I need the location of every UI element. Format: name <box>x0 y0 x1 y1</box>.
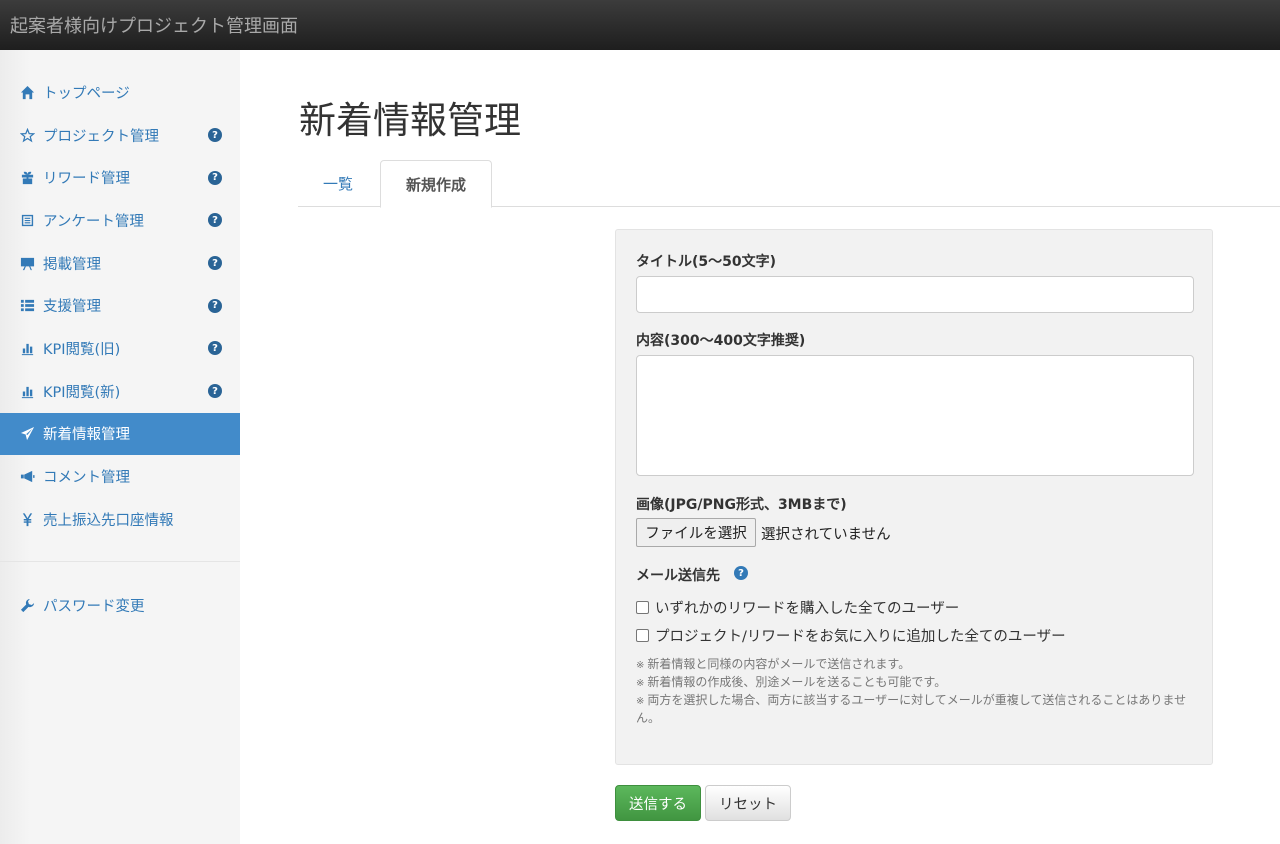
sidebar-item-label: 売上振込先口座情報 <box>43 512 174 529</box>
sidebar-item-project[interactable]: プロジェクト管理 ? <box>0 114 240 157</box>
question-icon[interactable]: ? <box>208 298 222 313</box>
title-input[interactable] <box>636 276 1194 313</box>
wrench-icon <box>19 597 35 613</box>
sidebar-item-survey[interactable]: アンケート管理 ? <box>0 199 240 242</box>
sidebar-divider <box>0 561 240 562</box>
tab-bar: 一覧 新規作成 <box>298 160 1280 208</box>
bullhorn-icon <box>19 469 35 485</box>
checkbox[interactable] <box>636 629 649 642</box>
sidebar-item-comment[interactable]: コメント管理 <box>0 455 240 498</box>
page-title: 新着情報管理 <box>299 99 521 142</box>
title-label: タイトル(5〜50文字) <box>636 254 777 270</box>
mail-option-purchasers[interactable]: いずれかのリワードを購入した全てのユーザー <box>636 597 959 618</box>
sidebar-nav: トップページ プロジェクト管理 ? リワード管理 ? アンケート管理 ? 掲載管… <box>0 71 240 541</box>
blackboard-icon <box>19 255 35 271</box>
question-icon[interactable]: ? <box>208 341 222 356</box>
yen-icon <box>19 511 35 527</box>
stats-icon <box>19 340 35 356</box>
sidebar: トップページ プロジェクト管理 ? リワード管理 ? アンケート管理 ? 掲載管… <box>0 50 240 844</box>
note-line: ※ 新着情報の作成後、別途メールを送ることも可能です。 <box>636 675 947 689</box>
submit-button[interactable]: 送信する <box>615 785 701 821</box>
sidebar-nav-secondary: パスワード変更 <box>0 584 240 627</box>
app-title[interactable]: 起案者様向けプロジェクト管理画面 <box>10 12 298 38</box>
sidebar-item-reward[interactable]: リワード管理 ? <box>0 156 240 199</box>
top-navbar: 起案者様向けプロジェクト管理画面 <box>0 0 1280 50</box>
sidebar-item-label: 支援管理 <box>43 299 101 316</box>
question-icon[interactable]: ? <box>208 256 222 271</box>
sidebar-item-label: KPI閲覧(新) <box>43 384 121 401</box>
sidebar-item-label: コメント管理 <box>43 470 130 487</box>
note-line: ※ 両方を選択した場合、両方に該当するユーザーに対してメールが重複して送信されるこ… <box>636 693 1187 725</box>
mail-label: メール送信先 <box>636 568 720 584</box>
question-icon[interactable]: ? <box>208 384 222 399</box>
mail-notes: ※ 新着情報と同様の内容がメールで送信されます。 ※ 新着情報の作成後、別途メールを… <box>636 656 1196 727</box>
sidebar-item-publish[interactable]: 掲載管理 ? <box>0 242 240 285</box>
sidebar-item-news[interactable]: 新着情報管理 <box>0 412 240 456</box>
stats-icon <box>19 383 35 399</box>
sidebar-item-label: プロジェクト管理 <box>43 128 159 145</box>
file-status: 選択されていません <box>761 527 891 543</box>
question-icon[interactable]: ? <box>208 128 222 143</box>
sidebar-item-password[interactable]: パスワード変更 <box>0 584 240 627</box>
checkbox-label: いずれかのリワードを購入した全てのユーザー <box>655 601 960 617</box>
question-icon[interactable]: ? <box>734 566 748 580</box>
content-label: 内容(300〜400文字推奨) <box>636 333 806 349</box>
sidebar-item-label: トップページ <box>43 85 130 102</box>
th-list-icon <box>19 298 35 314</box>
checkbox-label: プロジェクト/リワードをお気に入りに追加した全てのユーザー <box>655 629 1066 645</box>
sidebar-item-label: パスワード変更 <box>43 598 145 615</box>
sidebar-item-kpi-old[interactable]: KPI閲覧(旧) ? <box>0 327 240 370</box>
sidebar-item-bank[interactable]: 売上振込先口座情報 <box>0 498 240 541</box>
sidebar-item-kpi-new[interactable]: KPI閲覧(新) ? <box>0 370 240 413</box>
gift-icon <box>19 170 35 186</box>
send-icon <box>19 426 35 442</box>
sidebar-item-label: 新着情報管理 <box>43 427 130 444</box>
file-select-button[interactable]: ファイルを選択 <box>636 518 756 547</box>
question-icon[interactable]: ? <box>208 170 222 185</box>
star-icon <box>19 127 35 143</box>
sidebar-item-top[interactable]: トップページ <box>0 71 240 114</box>
tab-new[interactable]: 新規作成 <box>380 160 492 208</box>
list-alt-icon <box>19 212 35 228</box>
checkbox[interactable] <box>636 601 649 614</box>
reset-button[interactable]: リセット <box>705 785 791 821</box>
news-form-panel: タイトル(5〜50文字) 内容(300〜400文字推奨) 画像(JPG/PNG形… <box>615 229 1213 765</box>
sidebar-item-label: アンケート管理 <box>43 213 144 230</box>
question-icon[interactable]: ? <box>208 213 222 228</box>
tab-list[interactable]: 一覧 <box>298 160 378 207</box>
mail-option-favorites[interactable]: プロジェクト/リワードをお気に入りに追加した全てのユーザー <box>636 625 1066 646</box>
sidebar-item-support[interactable]: 支援管理 ? <box>0 284 240 327</box>
note-line: ※ 新着情報と同様の内容がメールで送信されます。 <box>636 657 911 671</box>
sidebar-item-label: リワード管理 <box>43 171 130 188</box>
content-textarea[interactable] <box>636 355 1194 476</box>
home-icon <box>19 84 35 100</box>
sidebar-item-label: 掲載管理 <box>43 256 101 273</box>
sidebar-item-label: KPI閲覧(旧) <box>43 341 121 358</box>
image-label: 画像(JPG/PNG形式、3MBまで) <box>636 497 847 513</box>
